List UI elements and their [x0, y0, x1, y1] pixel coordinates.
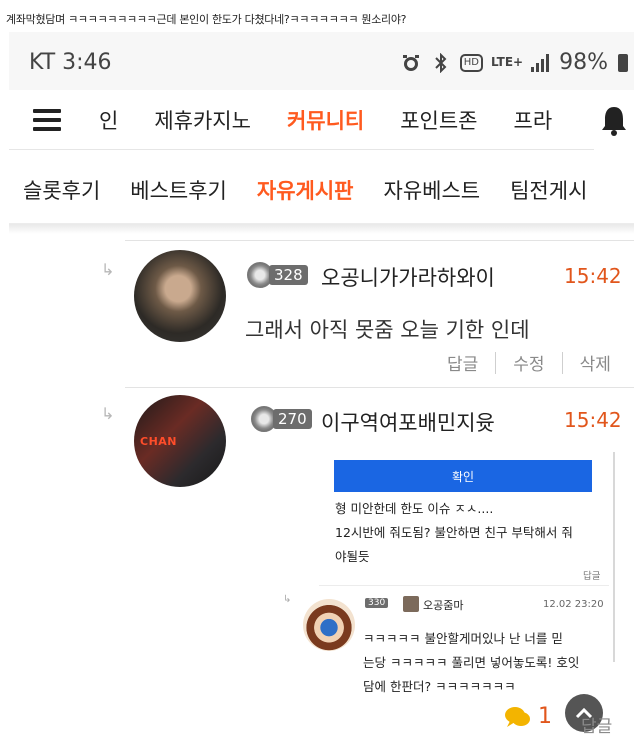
image-username: 오공줌마 [423, 599, 464, 612]
nav-item-point-zone[interactable]: 포인트존 [400, 105, 477, 135]
nav-item-partner-casino[interactable]: 제휴카지노 [154, 105, 251, 135]
tab-free-best[interactable]: 자유베스트 [384, 175, 481, 205]
nav-item-pri[interactable]: 프라 [514, 105, 553, 135]
comment-time: 15:42 [564, 264, 622, 288]
battery-icon [618, 53, 628, 72]
bell-icon[interactable] [594, 90, 634, 150]
image-avatar [303, 599, 355, 651]
status-icons: HD LTE+ 98% [400, 50, 628, 75]
bluetooth-icon [430, 52, 452, 74]
reply-button[interactable]: 답글 [447, 350, 478, 375]
image-level-badge: 330 [365, 598, 389, 608]
comment-attached-image[interactable]: 확인 형 미안한데 한도 이슈 ㅈㅅ.... 12시반에 줘도됨? 불안하면 친… [283, 452, 619, 734]
post-caption: 계좌막혔담며 ㅋㅋㅋㅋㅋㅋㅋㅋㅋ근데 본인이 한도가 다쳤다네?ㅋㅋㅋㅋㅋㅋㅋ … [6, 13, 407, 26]
reply-button[interactable]: 답글 [581, 712, 612, 734]
image-date: 12.02 23:20 [543, 599, 604, 610]
avatar[interactable]: CHAN [134, 395, 226, 487]
image-reply-arrow-icon: ↳ [283, 594, 292, 605]
reply-arrow-icon: ↳ [101, 404, 115, 423]
status-bar: KT 3:46 HD LTE+ 98% [9, 32, 634, 90]
comment-time: 15:42 [564, 408, 622, 432]
comment-actions: 답글 수정 삭제 [447, 350, 611, 375]
battery-percent: 98% [559, 50, 608, 75]
phone-screenshot: KT 3:46 HD LTE+ 98% 인 제휴카지노 커뮤니티 포인트존 프라… [9, 32, 634, 734]
avatar[interactable] [134, 250, 226, 342]
comment-count[interactable]: 1 [504, 704, 552, 729]
image-mini-avatar [403, 596, 419, 612]
confirm-button: 확인 [334, 460, 592, 492]
level-badge: 328 [247, 262, 308, 288]
avatar-label: CHAN [140, 435, 177, 448]
comment-username[interactable]: 오공니가가라하와이 [321, 262, 495, 292]
primary-nav-items: 인 제휴카지노 커뮤니티 포인트존 프라 [99, 90, 588, 150]
nav-item-community[interactable]: 커뮤니티 [287, 105, 364, 135]
image-divider [319, 585, 609, 586]
image-reply-label: 답글 [583, 571, 601, 582]
image-reply-line: 담에 한판더? ㅋㅋㅋㅋㅋㅋㅋ [363, 679, 516, 694]
tab-free-board[interactable]: 자유게시판 [257, 175, 354, 205]
comment-count-number: 1 [538, 704, 552, 729]
speech-bubble-icon [505, 706, 530, 727]
hd-icon: HD [459, 53, 483, 72]
image-reply-line: ㅋㅋㅋㅋㅋ 불안할게머있나 난 너를 믿 [363, 631, 563, 646]
reply-arrow-icon: ↳ [101, 260, 115, 279]
image-text-line: 12시반에 줘도됨? 불안하면 친구 부탁해서 줘 [335, 525, 573, 540]
carrier-time: KT 3:46 [29, 50, 112, 75]
comment-username[interactable]: 이구역여포배민지윳 [321, 407, 495, 437]
menu-icon[interactable] [33, 109, 61, 131]
signal-icon [531, 53, 550, 72]
nav-shadow [9, 224, 634, 234]
comment-divider [125, 240, 634, 241]
delete-button[interactable]: 삭제 [580, 350, 611, 375]
tab-best-reviews[interactable]: 베스트후기 [130, 175, 227, 205]
lte-icon: LTE+ [490, 55, 524, 69]
primary-nav: 인 제휴카지노 커뮤니티 포인트존 프라 [9, 90, 634, 150]
comment-text: 그래서 아직 못줌 오늘 기한 인데 [245, 318, 530, 342]
image-text-line: 형 미안한데 한도 이슈 ㅈㅅ.... [335, 501, 494, 516]
alarm-icon [400, 52, 422, 74]
image-reply-line: 는당 ㅋㅋㅋㅋㅋ 풀리면 넣어놓도록! 호잇 [363, 655, 580, 670]
image-scrollbar [613, 452, 615, 662]
image-text-line: 야될듯 [335, 549, 370, 564]
tab-team-board[interactable]: 팀전게시 [510, 175, 587, 205]
level-badge: 270 [251, 406, 312, 432]
nav-item-partial[interactable]: 인 [99, 105, 118, 135]
secondary-nav: 슬롯후기 베스트후기 자유게시판 자유베스트 팀전게시 [9, 156, 634, 224]
edit-button[interactable]: 수정 [513, 350, 544, 375]
comment-divider [125, 387, 634, 388]
tab-slot-reviews[interactable]: 슬롯후기 [23, 175, 100, 205]
